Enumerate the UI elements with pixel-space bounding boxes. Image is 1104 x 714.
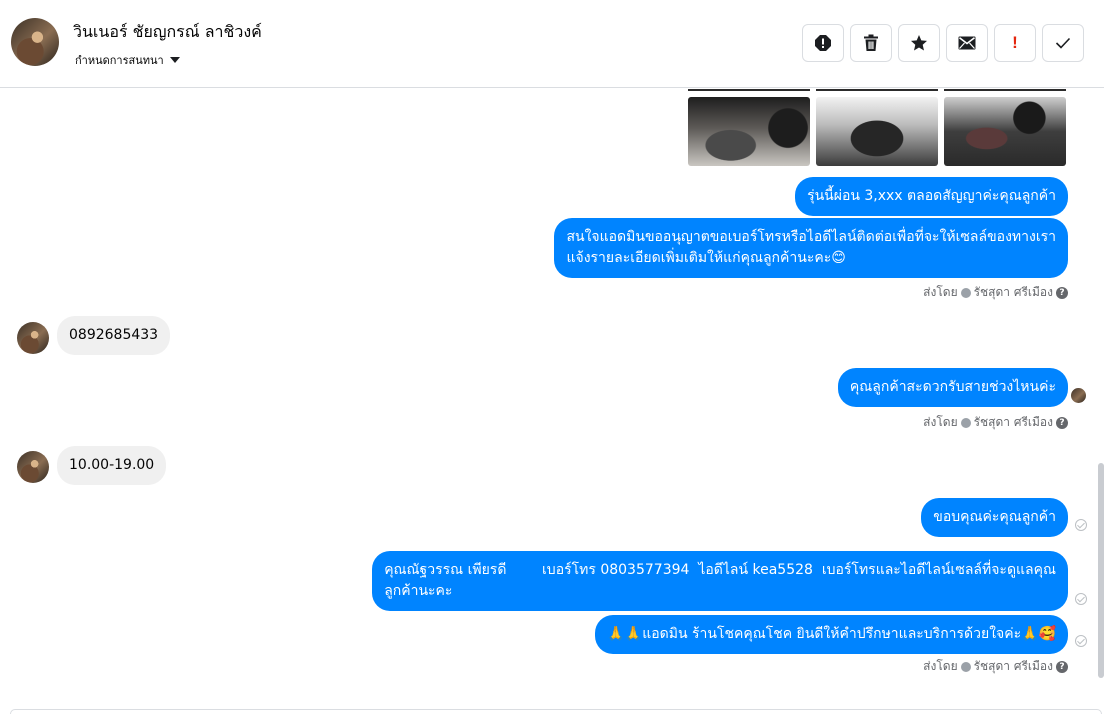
agent-check-icon	[960, 661, 971, 672]
priority-button[interactable]: !	[994, 24, 1036, 62]
checkmark-icon	[1055, 37, 1071, 49]
message-composer[interactable]	[10, 709, 1102, 714]
message-text: สนใจแอดมินขออนุญาตขอเบอร์โทรหรือไอดีไลน์…	[566, 229, 1056, 245]
conversation-header: วินเนอร์ ชัยญกรณ์ ลาชิวงค์ กำหนดการสนทนา	[0, 0, 1104, 88]
contact-avatar-small[interactable]	[17, 451, 49, 483]
help-icon[interactable]: ?	[1056, 416, 1068, 429]
message-text: 10.00-19.00	[69, 457, 155, 473]
help-icon[interactable]: ?	[1056, 660, 1068, 673]
contact-avatar-small[interactable]	[17, 322, 49, 354]
message-text: ลูกค้านะคะ	[384, 583, 453, 599]
message-text: 0892685433	[69, 327, 159, 343]
report-button[interactable]	[802, 24, 844, 62]
photo-attachment-cropped[interactable]	[816, 89, 938, 91]
photo-attachment-cropped[interactable]	[944, 89, 1066, 91]
sent-by-prefix: ส่งโดย	[923, 285, 958, 299]
sent-by-label: ส่งโดย รัชสุดา ศรีเมือง ?	[923, 283, 1068, 302]
photo-attachment[interactable]	[944, 97, 1066, 166]
photo-attachment-cropped[interactable]	[688, 89, 810, 91]
sent-by-agent[interactable]: รัชสุดา ศรีเมือง	[974, 657, 1053, 676]
priority-icon: !	[1012, 33, 1018, 52]
outgoing-message[interactable]: สนใจแอดมินขออนุญาตขอเบอร์โทรหรือไอดีไลน์…	[554, 218, 1068, 278]
message-text: รุ่นนี้ผ่อน 3,xxx ตลอดสัญญาค่ะคุณลูกค้า	[807, 188, 1056, 204]
contact-name[interactable]: วินเนอร์ ชัยญกรณ์ ลาชิวงค์	[73, 20, 262, 45]
conversation-assign-dropdown[interactable]: กำหนดการสนทนา	[75, 51, 180, 69]
star-icon	[911, 35, 927, 51]
message-text: แจ้งรายละเอียดเพิ่มเติมให้แก่คุณลูกค้านะ…	[566, 250, 846, 266]
delivered-icon	[1075, 593, 1087, 605]
contact-avatar[interactable]	[11, 18, 59, 66]
seen-avatar	[1071, 388, 1086, 403]
outgoing-message[interactable]: รุ่นนี้ผ่อน 3,xxx ตลอดสัญญาค่ะคุณลูกค้า	[795, 177, 1068, 216]
agent-check-icon	[960, 287, 971, 298]
message-text: คุณณัฐวรรณ เพียรดี เบอร์โทร 0803577394 ไ…	[384, 562, 1056, 578]
incoming-message[interactable]: 0892685433	[57, 316, 171, 355]
message-text: 🙏🙏แอดมิน ร้านโชคคุณโชค ยินดีให้คำปรึกษาแ…	[607, 626, 1056, 642]
photo-attachment[interactable]	[816, 97, 938, 166]
photo-attachment[interactable]	[688, 97, 810, 166]
mark-done-button[interactable]	[1042, 24, 1084, 62]
mark-unread-button[interactable]	[946, 24, 988, 62]
sent-by-label: ส่งโดย รัชสุดา ศรีเมือง ?	[923, 413, 1068, 432]
sent-by-prefix: ส่งโดย	[923, 659, 958, 673]
agent-check-icon	[960, 417, 971, 428]
assign-label: กำหนดการสนทนา	[75, 54, 164, 67]
header-toolbar: !	[802, 24, 1084, 62]
caret-down-icon	[169, 57, 180, 63]
sent-by-agent[interactable]: รัชสุดา ศรีเมือง	[974, 413, 1053, 432]
outgoing-message[interactable]: คุณณัฐวรรณ เพียรดี เบอร์โทร 0803577394 ไ…	[372, 551, 1068, 611]
envelope-icon	[958, 36, 976, 50]
outgoing-message[interactable]: 🙏🙏แอดมิน ร้านโชคคุณโชค ยินดีให้คำปรึกษาแ…	[595, 615, 1068, 654]
message-thread[interactable]: รุ่นนี้ผ่อน 3,xxx ตลอดสัญญาค่ะคุณลูกค้า …	[0, 89, 1104, 707]
report-icon	[815, 35, 831, 51]
message-text: คุณลูกค้าสะดวกรับสายช่วงไหนค่ะ	[849, 379, 1056, 395]
message-text: ขอบคุณค่ะคุณลูกค้า	[933, 509, 1056, 525]
outgoing-message[interactable]: คุณลูกค้าสะดวกรับสายช่วงไหนค่ะ	[837, 368, 1068, 407]
trash-icon	[864, 34, 878, 51]
delete-button[interactable]	[850, 24, 892, 62]
sent-by-label: ส่งโดย รัชสุดา ศรีเมือง ?	[923, 657, 1068, 676]
outgoing-message[interactable]: ขอบคุณค่ะคุณลูกค้า	[921, 498, 1068, 537]
incoming-message[interactable]: 10.00-19.00	[57, 446, 167, 485]
delivered-icon	[1075, 519, 1087, 531]
delivered-icon	[1075, 635, 1087, 647]
star-button[interactable]	[898, 24, 940, 62]
help-icon[interactable]: ?	[1056, 286, 1068, 299]
thread-scrollbar[interactable]	[1098, 463, 1104, 678]
sent-by-prefix: ส่งโดย	[923, 415, 958, 429]
sent-by-agent[interactable]: รัชสุดา ศรีเมือง	[974, 283, 1053, 302]
